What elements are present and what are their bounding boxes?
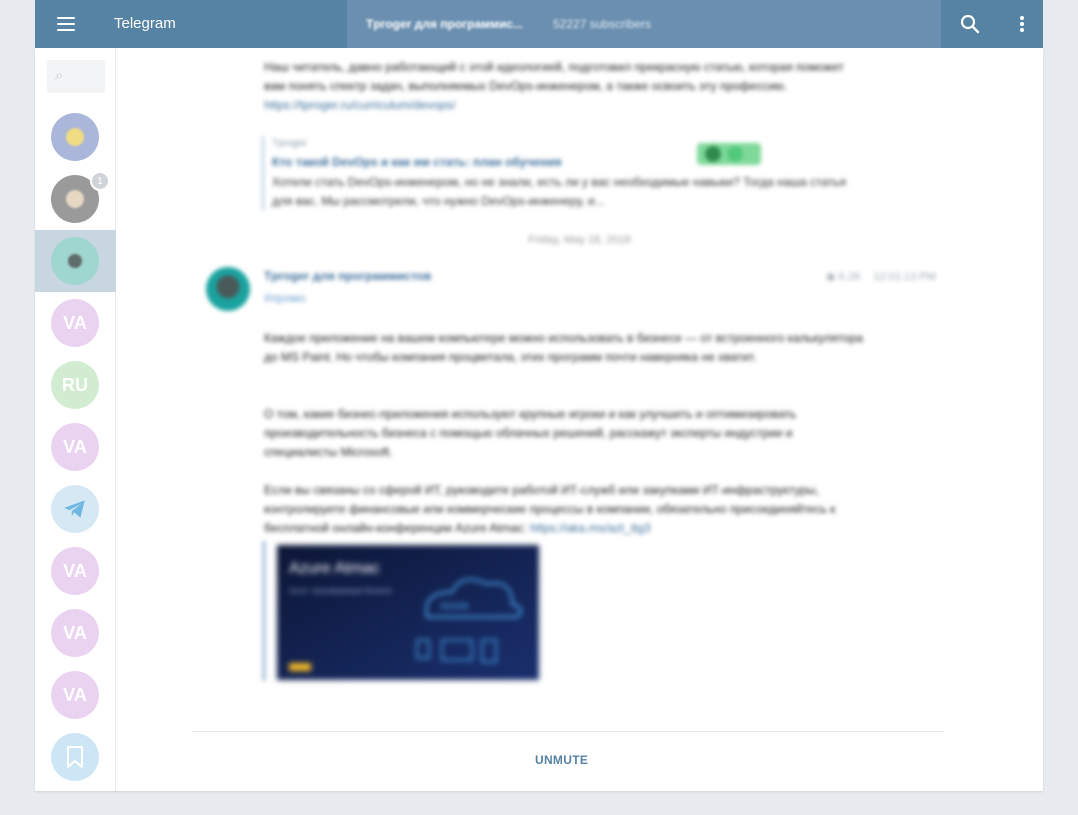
bookmark-icon <box>67 746 83 768</box>
post-image[interactable]: Azure Atmac Azure: трансформация бизнеса… <box>277 545 539 680</box>
unread-badge: 1 <box>90 171 110 191</box>
chat-avatar <box>51 237 99 285</box>
chat-avatar-initials: VA <box>63 560 87 581</box>
chat-avatar-initials: VA <box>63 312 87 333</box>
message-time: 12:01:13 PM <box>873 271 936 283</box>
unmute-button[interactable]: UNMUTE <box>535 753 588 767</box>
chat-avatar-initials: VA <box>63 436 87 457</box>
chat-avatar: VA <box>51 547 99 595</box>
chat-list-item[interactable] <box>35 106 116 168</box>
chat-avatar: RU <box>51 361 99 409</box>
link-preview-site: Tproger <box>272 138 308 149</box>
chat-list-item[interactable]: 1 <box>35 168 116 230</box>
chat-avatar: VA <box>51 671 99 719</box>
chat-avatar-initials: VA <box>63 684 87 705</box>
link-preview-description: Хотели стать DevOps-инженером, но не зна… <box>272 175 847 208</box>
chat-list-item[interactable]: VA <box>35 664 116 726</box>
top-bar: Telegram Tproger для программис... 52227… <box>35 0 1043 48</box>
link-preview-thumbnail <box>697 143 761 165</box>
chat-list-item[interactable]: RU <box>35 354 116 416</box>
chat-avatar: VA <box>51 299 99 347</box>
image-subtitle: Azure: трансформация бизнеса <box>289 587 392 595</box>
message-hashtag[interactable]: #промо <box>264 291 305 305</box>
author-avatar[interactable] <box>206 267 250 311</box>
message-paragraph-2: О том, какие бизнес-приложения использую… <box>264 407 797 459</box>
chat-avatar <box>51 485 99 533</box>
chat-list-item[interactable]: VA <box>35 540 116 602</box>
image-quote-bar <box>262 541 266 681</box>
prev-message-link[interactable]: https://tproger.ru/curriculum/devops/ <box>264 98 455 112</box>
chat-list-item[interactable] <box>35 726 116 788</box>
telegram-plane-icon <box>64 500 85 518</box>
header-actions <box>941 0 1043 48</box>
message-author[interactable]: Tproger для программистов <box>264 269 431 283</box>
chat-avatar <box>51 733 99 781</box>
chat-subscribers: 52227 subscribers <box>553 17 652 31</box>
azure-banner-graphic: Azure Atmac Azure: трансформация бизнеса… <box>277 545 539 680</box>
chat-list-item[interactable] <box>35 230 116 292</box>
chat-list-item[interactable]: VA <box>35 602 116 664</box>
chat-avatar-image <box>68 254 82 268</box>
image-cloud-label: Azure <box>440 600 469 612</box>
chat-avatar: VA <box>51 609 99 657</box>
more-vert-icon[interactable] <box>1016 14 1028 34</box>
search-icon[interactable] <box>960 14 980 34</box>
chat-list-sidebar: ⌕ 1 VA RU VA VA VA VA <box>35 48 116 791</box>
message-views: 6.2K <box>838 271 862 283</box>
chat-list-item[interactable]: VA <box>35 416 116 478</box>
chat-avatar: VA <box>51 423 99 471</box>
chat-avatar-image <box>66 128 84 146</box>
chat-avatar <box>51 113 99 161</box>
chat-title[interactable]: Tproger для программис... <box>366 17 523 31</box>
chat-search-input[interactable]: ⌕ <box>47 60 105 93</box>
search-icon: ⌕ <box>55 67 64 84</box>
app-title: Telegram <box>114 15 176 32</box>
message-history[interactable]: Наш читатель, давно работающий с этой ид… <box>116 48 1043 731</box>
chat-avatar-initials: VA <box>63 622 87 643</box>
link-preview[interactable]: Tproger Кто такой DevOps и как им стать:… <box>262 136 862 211</box>
eye-icon: ◉ <box>826 271 836 283</box>
date-separator: Friday, May 18, 2018 <box>528 234 631 246</box>
prev-message-text: Наш читатель, давно работающий с этой ид… <box>264 58 864 115</box>
message-link[interactable]: https://aka.ms/azt_ttg3 <box>530 521 651 535</box>
chat-list-item[interactable]: VA <box>35 292 116 354</box>
chat-avatar-initials: RU <box>62 374 88 395</box>
message-paragraph-3: Если вы связаны со сферой ИТ, руководите… <box>264 481 864 538</box>
link-preview-title[interactable]: Кто такой DevOps и как им стать: план об… <box>272 152 862 173</box>
chat-header[interactable]: Tproger для программис... 52227 subscrib… <box>347 0 941 48</box>
header-left: Telegram <box>35 0 347 48</box>
image-title: Azure Atmac <box>289 560 380 577</box>
composer-divider <box>192 731 944 732</box>
hamburger-menu-icon[interactable] <box>57 17 75 31</box>
main-panel: ⌕ 1 VA RU VA VA VA VA Наш читатель, давно рабо… <box>35 48 1043 791</box>
message-meta: ◉ 6.2K 12:01:13 PM <box>826 270 936 283</box>
chat-avatar-image <box>66 190 84 208</box>
chat-list-item[interactable] <box>35 478 116 540</box>
prev-message-body: Наш читатель, давно работающий с этой ид… <box>264 60 844 93</box>
message-paragraph-1: Каждое приложение на вашем компьютере мо… <box>264 331 863 364</box>
